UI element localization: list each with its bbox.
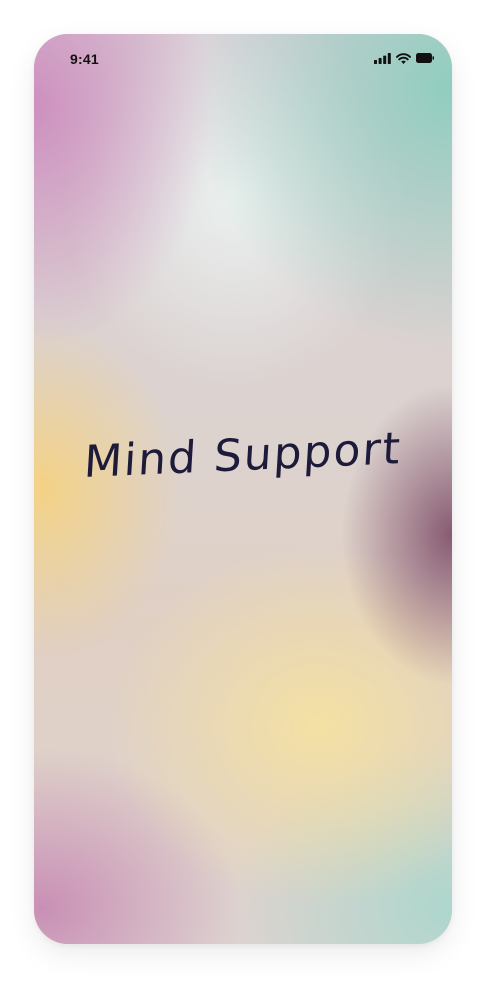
splash-title-area: Mind Support — [34, 423, 452, 488]
signal-icon — [374, 52, 391, 64]
status-time: 9:41 — [70, 51, 99, 67]
battery-icon — [416, 53, 434, 63]
status-icons — [374, 52, 434, 64]
page: 9:41 Mind Support — [0, 0, 500, 991]
phone-screen: 9:41 Mind Support — [34, 34, 452, 944]
gradient-background — [34, 34, 452, 944]
status-bar: 9:41 — [34, 34, 452, 86]
wifi-icon — [396, 52, 411, 64]
app-title: Mind Support — [82, 422, 404, 489]
